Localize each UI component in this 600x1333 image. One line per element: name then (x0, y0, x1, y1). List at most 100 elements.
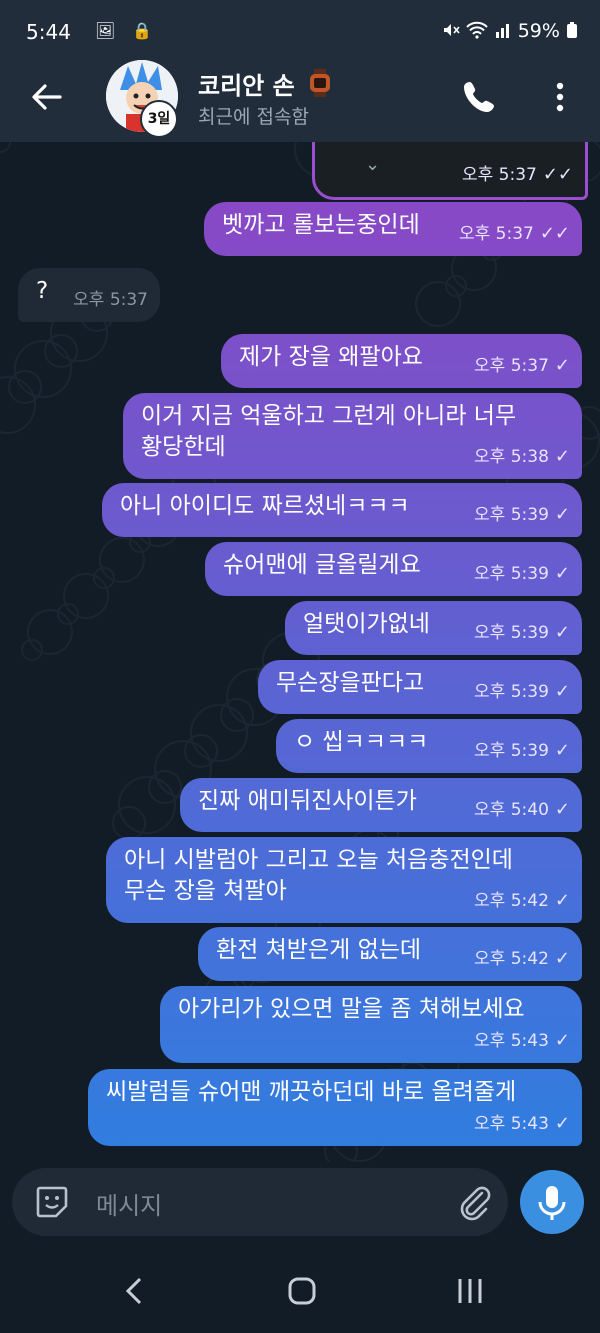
message-time: 오후 5:38 (474, 447, 549, 467)
incoming-message[interactable]: ? 오후 5:37 (18, 268, 160, 322)
battery-percent: 59% (517, 20, 560, 42)
message-text: 아가리가 있으면 말을 좀 쳐해보세요 (178, 996, 525, 1022)
message-meta: 오후 5:39 ✓ (474, 558, 570, 590)
message-text: 아니 아이디도 짜르셨네ㅋㅋㅋ (120, 493, 410, 519)
status-notification-icons: 🖼 🔒 (95, 21, 159, 40)
sticker-icon[interactable] (34, 1184, 70, 1220)
read-receipt-icon: ✓ (554, 799, 570, 820)
contact-status: 최근에 접속함 (198, 106, 309, 128)
outgoing-message[interactable]: 벳까고 롤보는중인데 오후 5:37 ✓✓ (204, 202, 582, 256)
outgoing-message[interactable]: ⌄ 오후 5:37 ✓✓ (312, 142, 588, 200)
message-time: 오후 5:37 (458, 224, 534, 244)
read-receipt-icon: ✓ (554, 1030, 570, 1051)
outgoing-message[interactable]: 얼탯이가없네 오후 5:39 ✓ (285, 601, 582, 655)
nav-home-icon[interactable] (282, 1271, 322, 1311)
read-receipt-icon: ✓✓ (539, 223, 570, 244)
outgoing-message[interactable]: 이거 지금 억울하고 그런게 아니라 너무 황당한데 오후 5:38 ✓ (123, 393, 582, 479)
message-time: 오후 5:37 (73, 290, 148, 310)
outgoing-message[interactable]: 제가 장을 왜팔아요 오후 5:37 ✓ (221, 334, 582, 388)
signal-icon (495, 24, 509, 38)
microphone-icon (538, 1186, 566, 1220)
message-text: 환전 쳐받은게 없는데 (216, 937, 422, 963)
message-text: 아니 시발럼아 그리고 오늘 처음충전인데 무슨 장을 쳐팔아 (124, 847, 513, 904)
read-receipt-icon: ✓ (554, 622, 570, 643)
message-meta: 오후 5:40 ✓ (474, 794, 570, 826)
outgoing-message[interactable]: 씨발럼들 슈어맨 깨끗하던데 바로 올려줄게오후 5:43 ✓ (88, 1069, 582, 1146)
message-time: 오후 5:42 (474, 891, 549, 911)
outgoing-message[interactable]: 무슨장을판다고 오후 5:39 ✓ (258, 660, 582, 714)
outgoing-message[interactable]: ㅇ 씹ㅋㅋㅋㅋ 오후 5:39 ✓ (276, 719, 582, 773)
message-time: 오후 5:39 (474, 741, 549, 761)
message-text: 슈어맨에 글올릴게요 (223, 552, 421, 578)
story-badge: 3일 (140, 100, 178, 138)
message-meta: 오후 5:42 ✓ (474, 885, 570, 917)
message-text: 무슨장을판다고 (276, 670, 425, 696)
nav-back-icon[interactable] (114, 1271, 154, 1311)
message-time: 오후 5:37 (474, 356, 549, 376)
message-meta: 오후 5:42 ✓ (474, 943, 570, 975)
message-time: 오후 5:39 (474, 564, 549, 584)
read-receipt-icon: ✓ (554, 948, 570, 969)
message-meta: 오후 5:37 ✓ (474, 350, 570, 382)
outgoing-message[interactable]: 슈어맨에 글올릴게요 오후 5:39 ✓ (205, 542, 582, 596)
mute-icon (443, 24, 460, 36)
battery-icon (567, 22, 577, 38)
chat-area[interactable]: ⌄ 오후 5:37 ✓✓ 벳까고 롤보는중인데 오후 5:37 ✓✓? 오후 5:37 제가 … (0, 142, 600, 1162)
mic-button[interactable] (520, 1170, 584, 1234)
message-meta: 오후 5:37 ✓✓ (459, 218, 570, 250)
message-text: 씨발럼들 슈어맨 깨끗하던데 바로 올려줄게 (106, 1079, 517, 1105)
message-text: 얼탯이가없네 (303, 611, 430, 637)
phone-icon[interactable] (462, 78, 498, 114)
outgoing-message[interactable]: 아니 아이디도 짜르셨네ㅋㅋㅋ 오후 5:39 ✓ (102, 483, 582, 537)
read-receipt-icon: ✓ (554, 355, 570, 376)
status-bar: 5:44 🖼 🔒 59% (0, 0, 600, 66)
message-time: 오후 5:39 (474, 623, 549, 643)
status-right: 59% (442, 20, 578, 42)
message-text: 벳까고 롤보는중인데 (222, 212, 420, 238)
message-time: 오후 5:40 (474, 800, 549, 820)
outgoing-message[interactable]: 환전 쳐받은게 없는데 오후 5:42 ✓ (198, 927, 582, 981)
read-receipt-icon: ✓ (554, 890, 570, 911)
read-receipt-icon: ✓ (554, 504, 570, 525)
outgoing-message[interactable]: 아가리가 있으면 말을 좀 쳐해보세요오후 5:43 ✓ (160, 986, 582, 1063)
read-receipt-icon: ✓✓ (542, 164, 573, 185)
status-time: 5:44 (26, 20, 71, 44)
message-time: 오후 5:39 (474, 682, 549, 702)
message-meta: 오후 5:37 ✓✓ (462, 159, 573, 191)
message-text: ㅇ 씹ㅋㅋㅋㅋ (294, 729, 429, 755)
nav-recents-icon[interactable] (450, 1271, 490, 1311)
message-text: 이거 지금 억울하고 그런게 아니라 너무 황당한데 (141, 403, 517, 460)
message-meta: 오후 5:39 ✓ (474, 499, 570, 531)
outgoing-message[interactable]: 진짜 애미뒤진사이튼가 오후 5:40 ✓ (180, 778, 582, 832)
read-receipt-icon: ✓ (554, 1113, 570, 1134)
more-vertical-icon[interactable] (548, 80, 572, 116)
message-meta: 오후 5:39 ✓ (474, 617, 570, 649)
message-meta: 오후 5:38 ✓ (474, 441, 570, 473)
watch-emoji-icon (310, 69, 331, 97)
message-time: 오후 5:43 (474, 1031, 549, 1051)
wifi-icon (465, 21, 488, 39)
chevron-down-icon[interactable]: ⌄ (365, 149, 380, 180)
message-time: 오후 5:43 (474, 1114, 549, 1134)
message-text: 진짜 애미뒤진사이튼가 (198, 788, 417, 814)
message-text: ? (36, 278, 49, 304)
outgoing-message[interactable]: 아니 시발럼아 그리고 오늘 처음충전인데 무슨 장을 쳐팔아 오후 5:42 ✓ (106, 837, 582, 923)
message-composer[interactable]: 메시지 (12, 1168, 508, 1236)
read-receipt-icon: ✓ (554, 563, 570, 584)
contact-name: 코리안 손 (198, 66, 333, 101)
message-time: 오후 5:39 (474, 505, 549, 525)
message-text: 제가 장을 왜팔아요 (239, 344, 423, 370)
read-receipt-icon: ✓ (554, 740, 570, 761)
message-time: 오후 5:42 (474, 949, 549, 969)
arrow-left-icon[interactable] (30, 80, 64, 114)
message-meta: 오후 5:43 ✓ (474, 1025, 570, 1057)
read-receipt-icon: ✓ (554, 681, 570, 702)
message-meta: 오후 5:37 (73, 285, 148, 316)
message-input[interactable]: 메시지 (96, 1186, 162, 1221)
chat-header: 3일 코리안 손 최근에 접속함 (0, 60, 600, 142)
message-meta: 오후 5:39 ✓ (474, 735, 570, 767)
contact-name-text: 코리안 손 (198, 72, 295, 100)
message-time: 오후 5:37 (461, 165, 537, 185)
paperclip-icon[interactable] (456, 1183, 494, 1221)
message-meta: 오후 5:39 ✓ (474, 676, 570, 708)
